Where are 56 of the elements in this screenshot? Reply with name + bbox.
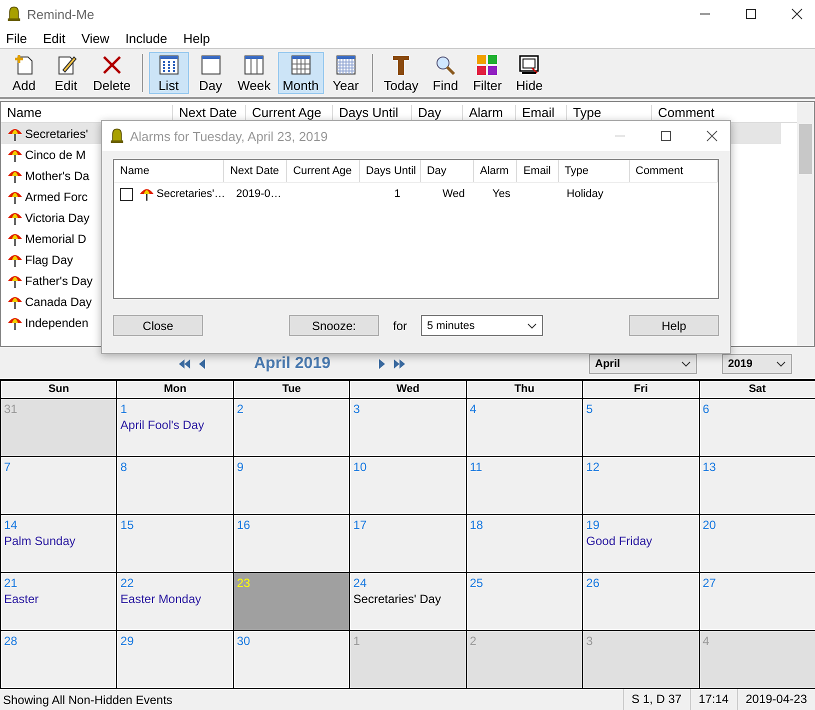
day-number: 17 — [353, 518, 367, 532]
day-number: 21 — [4, 576, 18, 590]
day-number: 25 — [470, 576, 484, 590]
status-date: 2019-04-23 — [736, 689, 815, 710]
day-number: 28 — [4, 634, 18, 648]
day-number: 7 — [4, 460, 11, 474]
day-number: 1 — [120, 402, 128, 416]
day-number: 19 — [586, 518, 600, 532]
day-number: 22 — [120, 576, 134, 590]
status-time: 17:14 — [690, 689, 737, 710]
status-message: Showing All Non-Hidden Events — [2, 692, 174, 706]
for-label: for — [392, 318, 407, 332]
status-position: S 1, D 37 — [622, 689, 690, 710]
day-number: 16 — [236, 518, 250, 532]
weekday-header: Mon — [117, 381, 233, 398]
window-title: Remind-Me — [27, 6, 94, 22]
day-number: 30 — [236, 634, 250, 648]
day-number: 27 — [702, 576, 716, 590]
day-number: 18 — [470, 518, 484, 532]
day-number: 3 — [353, 402, 360, 416]
day-number: 20 — [702, 518, 716, 532]
table-cell-text: Secretaries'… — [156, 188, 226, 200]
day-number: 26 — [586, 576, 600, 590]
weekday-header: Tue — [234, 381, 350, 398]
day-number: 4 — [702, 634, 710, 648]
day-number: 15 — [120, 518, 134, 532]
day-number: 9 — [236, 460, 244, 474]
table-cell-text: Holiday — [566, 188, 604, 200]
day-number: 1 — [353, 634, 360, 648]
weekday-header: Fri — [583, 381, 699, 398]
day-number: 8 — [120, 460, 128, 474]
table-cell-text: Wed — [441, 188, 466, 200]
day-number: 4 — [470, 402, 476, 416]
day-number: 13 — [702, 460, 716, 474]
day-number: 10 — [353, 460, 367, 474]
weekday-header: Sun — [1, 381, 116, 398]
day-number: 31 — [4, 402, 18, 416]
day-number: 5 — [586, 402, 593, 416]
day-number: 11 — [470, 460, 482, 474]
day-number: 2 — [236, 402, 244, 416]
day-number: 23 — [236, 576, 250, 590]
table-cell-text: Yes — [491, 188, 512, 200]
day-number: 24 — [353, 576, 367, 590]
weekday-header: Sat — [700, 381, 815, 398]
month-title: April 2019 — [254, 355, 330, 373]
day-number: 14 — [4, 518, 18, 532]
day-number: 29 — [120, 634, 134, 648]
dialog-title: Alarms for Tuesday, April 23, 2019 — [130, 128, 328, 144]
weekday-header: Wed — [350, 381, 466, 398]
table-cell-text: 2019-0… — [235, 188, 282, 200]
day-number: 12 — [586, 460, 600, 474]
weekday-header: Thu — [466, 381, 582, 398]
table-cell-text: 1 — [393, 188, 402, 200]
day-number: 2 — [470, 634, 476, 648]
day-number: 6 — [702, 402, 710, 416]
day-number: 3 — [586, 634, 593, 648]
